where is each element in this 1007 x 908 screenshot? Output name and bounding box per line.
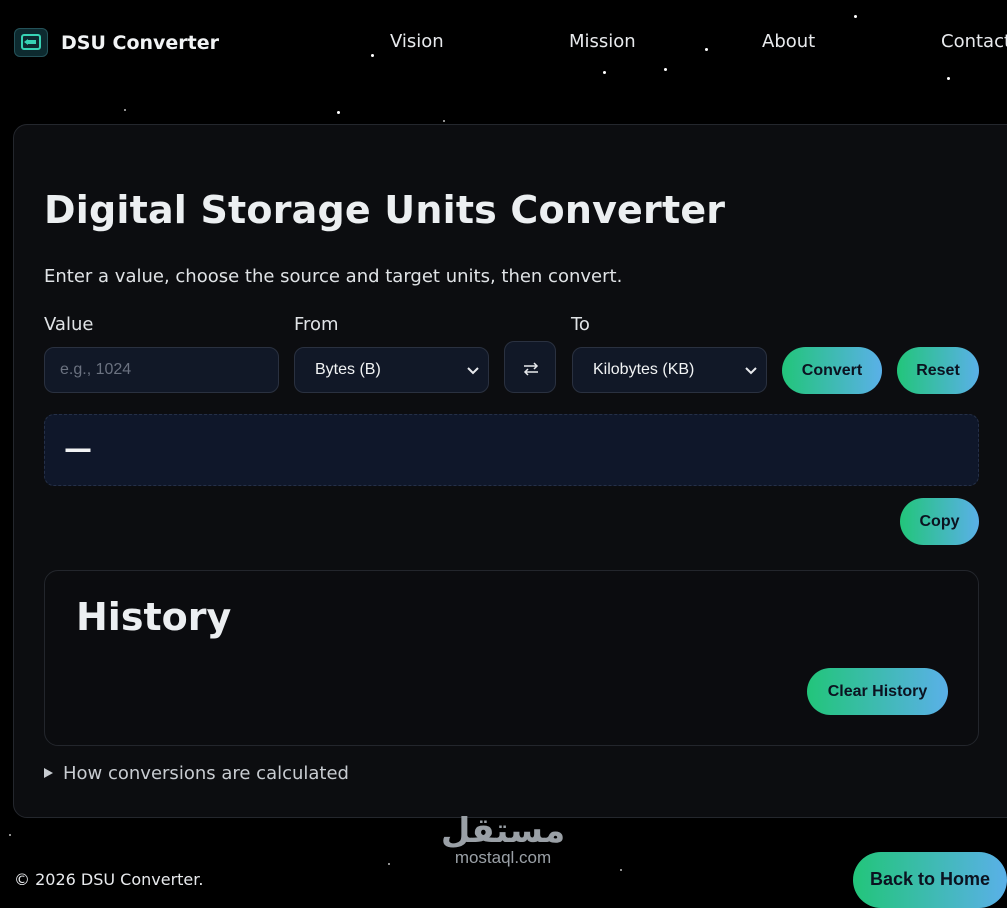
swap-arrows-icon <box>523 362 539 376</box>
result-display: — <box>44 414 979 486</box>
copy-button[interactable]: Copy <box>900 498 979 545</box>
top-navbar: DSU Converter Vision Mission About Conta… <box>0 0 1007 84</box>
nav-link-mission[interactable]: Mission <box>569 31 636 52</box>
convert-button[interactable]: Convert <box>782 347 882 394</box>
conversion-details-toggle[interactable]: How conversions are calculated <box>44 763 349 784</box>
value-label: Value <box>44 314 94 335</box>
watermark-arabic: مستقل <box>440 811 566 851</box>
disclosure-triangle-icon <box>44 768 53 778</box>
history-panel: History <box>44 570 979 746</box>
watermark-latin: mostaql.com <box>454 848 552 867</box>
brand-name[interactable]: DSU Converter <box>61 32 219 54</box>
value-input[interactable]: e.g., 1024 <box>44 347 279 393</box>
to-label: To <box>571 314 590 335</box>
footer-copyright: © 2026 DSU Converter. <box>14 870 204 889</box>
watermark: مستقل mostaql.com <box>440 814 566 868</box>
result-value: — <box>64 432 92 465</box>
nav-link-vision[interactable]: Vision <box>390 31 444 52</box>
reset-button[interactable]: Reset <box>897 347 979 394</box>
page-subtitle: Enter a value, choose the source and tar… <box>44 266 623 287</box>
to-unit-value: Kilobytes (KB) <box>593 361 695 378</box>
from-unit-value: Bytes (B) <box>315 361 381 378</box>
nav-link-about[interactable]: About <box>762 31 815 52</box>
chevron-down-icon <box>467 367 479 375</box>
from-unit-select[interactable]: Bytes (B) <box>294 347 489 393</box>
nav-link-contact[interactable]: Contact <box>941 31 1007 52</box>
to-unit-select[interactable]: Kilobytes (KB) <box>572 347 767 393</box>
clear-history-button[interactable]: Clear History <box>807 668 948 715</box>
value-input-placeholder: e.g., 1024 <box>60 361 132 378</box>
history-title: History <box>76 595 232 639</box>
drive-icon <box>21 34 41 50</box>
swap-units-button[interactable] <box>504 341 556 393</box>
page-title: Digital Storage Units Converter <box>44 188 726 232</box>
back-to-home-button[interactable]: Back to Home <box>853 852 1007 908</box>
details-summary: How conversions are calculated <box>63 763 349 784</box>
brand-logo[interactable] <box>14 28 48 57</box>
from-label: From <box>294 314 339 335</box>
chevron-down-icon <box>745 367 757 375</box>
